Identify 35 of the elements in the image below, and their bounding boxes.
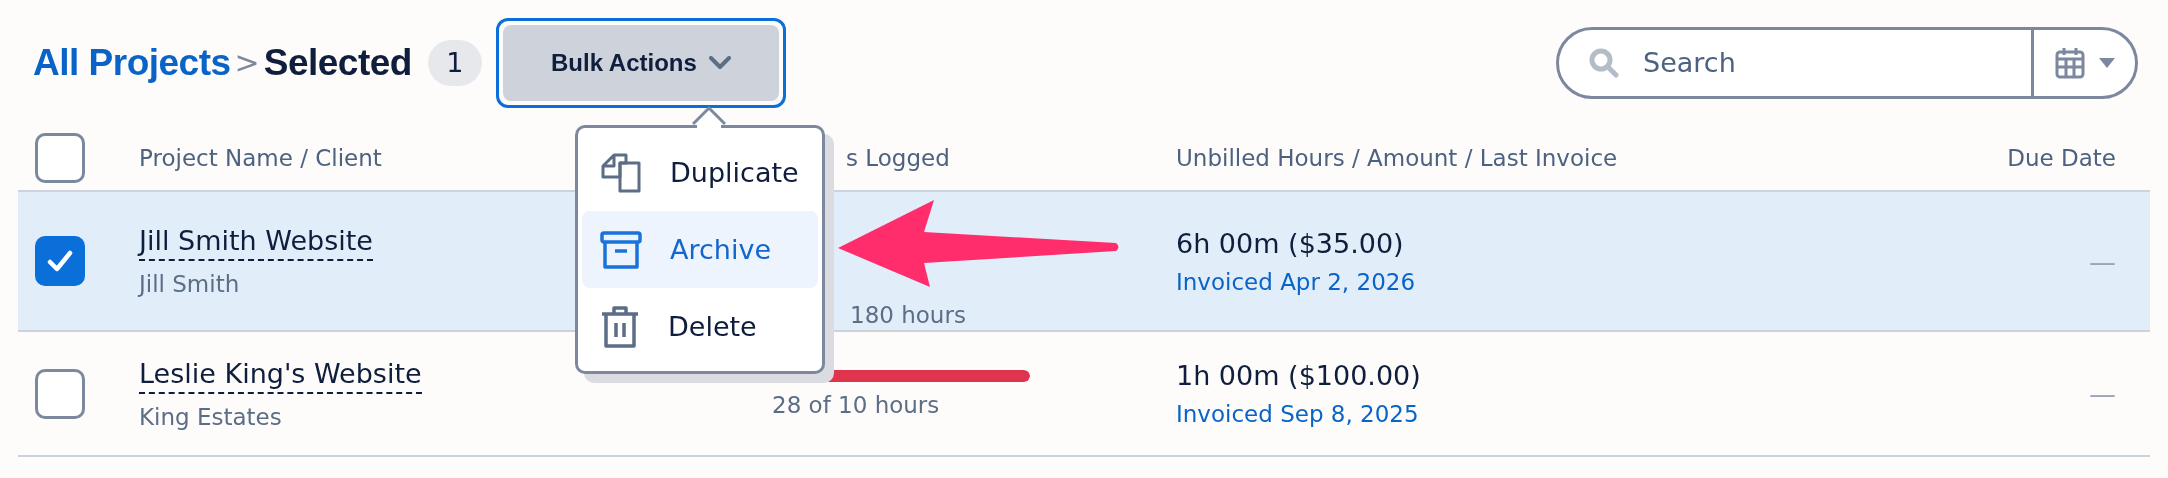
search-field[interactable]: Search: [1556, 26, 2138, 99]
hours-logged: 28 of 10 hours: [772, 391, 940, 418]
unbilled-amount: 1h 00m ($100.00): [1176, 360, 1421, 391]
page-title: Selected: [263, 41, 412, 84]
client-name: King Estates: [139, 403, 282, 430]
search-icon: [1589, 47, 1619, 78]
column-header: Project Name / Client: [139, 144, 383, 171]
due-date: —: [2089, 245, 2116, 277]
breadcrumb-separator: >: [234, 45, 260, 80]
count-badge: 1: [427, 39, 482, 86]
trash-icon: [600, 304, 640, 349]
caret-down-icon: [2098, 57, 2115, 68]
checkmark-icon: [47, 250, 73, 272]
client-name: Jill Smith: [139, 271, 240, 297]
chevron-down-icon: [708, 55, 731, 70]
select-all-checkbox[interactable]: [35, 132, 85, 183]
breadcrumb-link[interactable]: All Projects: [33, 41, 231, 84]
calendar-icon: [2054, 46, 2085, 79]
project-name[interactable]: Leslie King's Website: [139, 357, 422, 394]
hours-logged: 180 hours: [849, 302, 966, 328]
column-header: Due Date: [2007, 144, 2116, 171]
search-input[interactable]: Search: [1641, 46, 1985, 79]
invoice-link[interactable]: Invoiced Sep 8, 2025: [1176, 401, 1419, 427]
due-date: —: [2089, 378, 2116, 409]
row-checkbox[interactable]: [35, 236, 85, 286]
project-name[interactable]: Jill Smith Website: [139, 225, 373, 261]
column-header: s Logged: [845, 144, 951, 171]
copy-icon: [600, 151, 642, 194]
unbilled-amount: 6h 00m ($35.00): [1176, 227, 1404, 259]
archive-box-icon: [600, 229, 642, 270]
invoice-link[interactable]: Invoiced Apr 2, 2026: [1176, 268, 1416, 295]
column-header: Unbilled Hours / Amount / Last Invoice: [1176, 144, 1619, 171]
row-checkbox[interactable]: [35, 368, 85, 419]
menu-item[interactable]: Archive: [582, 211, 818, 288]
bulk-actions-button[interactable]: Bulk Actions: [502, 24, 779, 101]
